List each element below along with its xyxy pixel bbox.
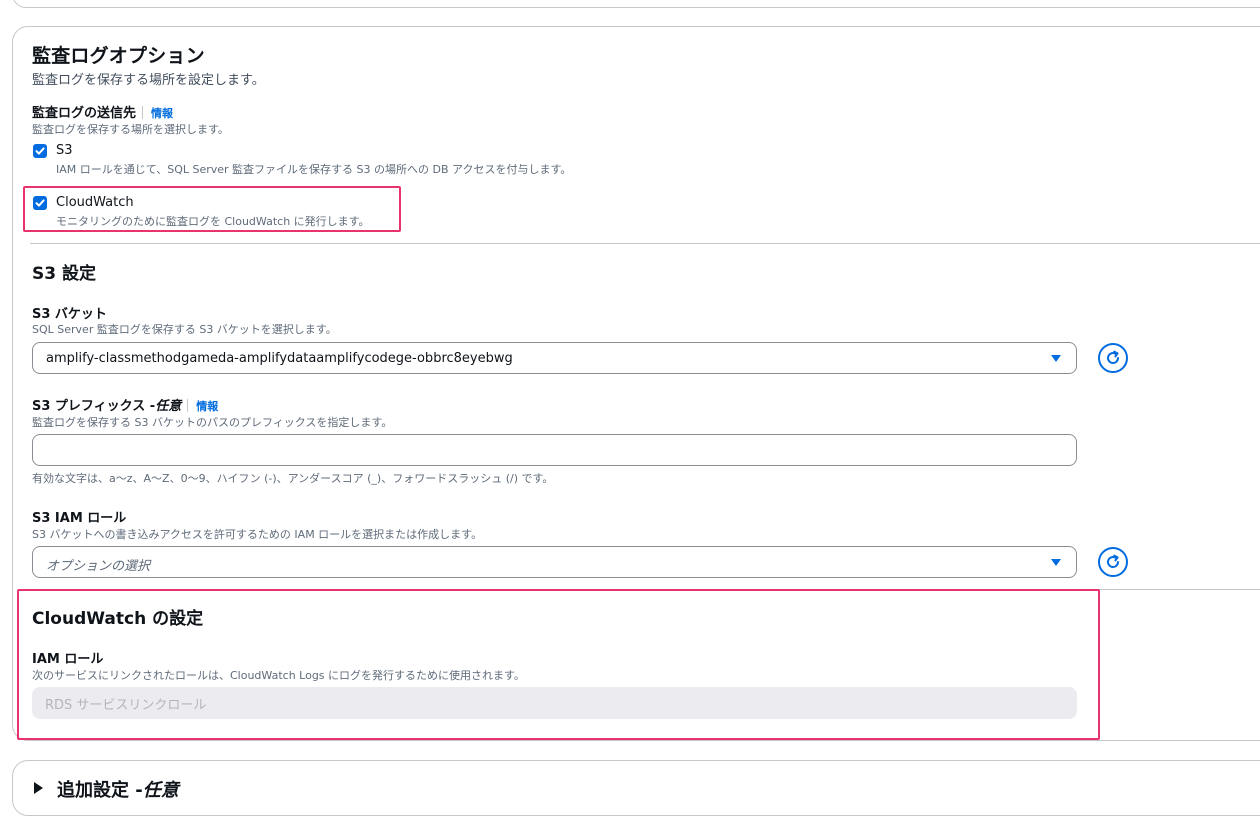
s3-iam-role-placeholder: オプションの選択 — [46, 559, 151, 574]
s3-checkbox[interactable] — [33, 144, 47, 158]
additional-settings-label: 追加設定 - — [57, 780, 143, 801]
s3-bucket-value: amplify-classmethodgameda-amplifydataamp… — [46, 351, 513, 366]
s3-iam-role-select[interactable]: オプションの選択 — [32, 546, 1077, 578]
info-divider — [187, 399, 189, 412]
additional-settings-title[interactable]: 追加設定 -任意 — [57, 776, 179, 802]
s3-prefix-label: S3 プレフィックス - — [32, 399, 156, 414]
s3-bucket-refresh-button[interactable] — [1098, 343, 1128, 373]
audit-section-title: 監査ログオプション — [32, 45, 205, 67]
cloudwatch-checkbox-description: モニタリングのために監査ログを CloudWatch に発行します。 — [56, 215, 370, 228]
destination-label-row: 監査ログの送信先 情報 — [32, 102, 173, 121]
cloudwatch-settings-title: CloudWatch の設定 — [32, 609, 204, 629]
refresh-icon — [1107, 350, 1120, 364]
s3-bucket-select[interactable]: amplify-classmethodgameda-amplifydataamp… — [32, 342, 1077, 374]
cloudwatch-checkbox[interactable] — [33, 196, 47, 210]
s3-prefix-label-row: S3 プレフィックス -任意 情報 — [32, 395, 218, 414]
info-divider — [142, 106, 144, 119]
s3-prefix-description: 監査ログを保存する S3 バケットのパスのプレフィックスを指定します。 — [32, 416, 393, 429]
cloudwatch-iam-value: RDS サービスリンクロール — [45, 698, 207, 713]
section-divider — [30, 243, 1260, 244]
additional-settings-card[interactable] — [12, 760, 1260, 816]
s3-prefix-input[interactable] — [32, 434, 1077, 466]
s3-bucket-description: SQL Server 監査ログを保存する S3 バケットを選択します。 — [32, 323, 337, 336]
destination-label: 監査ログの送信先 — [32, 106, 137, 121]
expand-caret-icon[interactable] — [34, 782, 43, 794]
s3-prefix-info-link[interactable]: 情報 — [196, 400, 218, 413]
caret-down-icon — [1051, 559, 1061, 566]
s3-settings-title: S3 設定 — [32, 264, 96, 284]
additional-settings-optional: 任意 — [142, 780, 179, 801]
s3-bucket-label: S3 バケット — [32, 307, 107, 322]
destination-info-link[interactable]: 情報 — [151, 107, 173, 120]
cloudwatch-iam-label: IAM ロール — [32, 652, 104, 667]
s3-checkbox-label[interactable]: S3 — [56, 143, 73, 158]
caret-down-icon — [1051, 355, 1061, 362]
cloudwatch-iam-description: 次のサービスにリンクされたロールは、CloudWatch Logs にログを発行… — [32, 669, 525, 682]
destination-description: 監査ログを保存する場所を選択します。 — [32, 123, 229, 136]
s3-iam-role-label: S3 IAM ロール — [32, 511, 127, 526]
refresh-icon — [1107, 554, 1120, 568]
audit-section-description: 監査ログを保存する場所を設定します。 — [32, 73, 265, 88]
s3-checkbox-description: IAM ロールを通じて、SQL Server 監査ファイルを保存する S3 の場… — [56, 163, 572, 176]
check-icon — [35, 147, 45, 155]
s3-prefix-hint: 有効な文字は、a〜z、A〜Z、0〜9、ハイフン (-)、アンダースコア (_)、… — [32, 472, 554, 485]
cloudwatch-checkbox-label[interactable]: CloudWatch — [56, 195, 134, 210]
cloudwatch-iam-field: RDS サービスリンクロール — [32, 687, 1077, 719]
s3-iam-role-refresh-button[interactable] — [1098, 547, 1128, 577]
s3-iam-role-description: S3 バケットへの書き込みアクセスを許可するための IAM ロールを選択または作… — [32, 528, 483, 541]
section-divider — [1098, 589, 1260, 590]
previous-section-card — [12, 0, 1260, 8]
s3-prefix-optional: 任意 — [155, 399, 182, 414]
check-icon — [35, 199, 45, 207]
